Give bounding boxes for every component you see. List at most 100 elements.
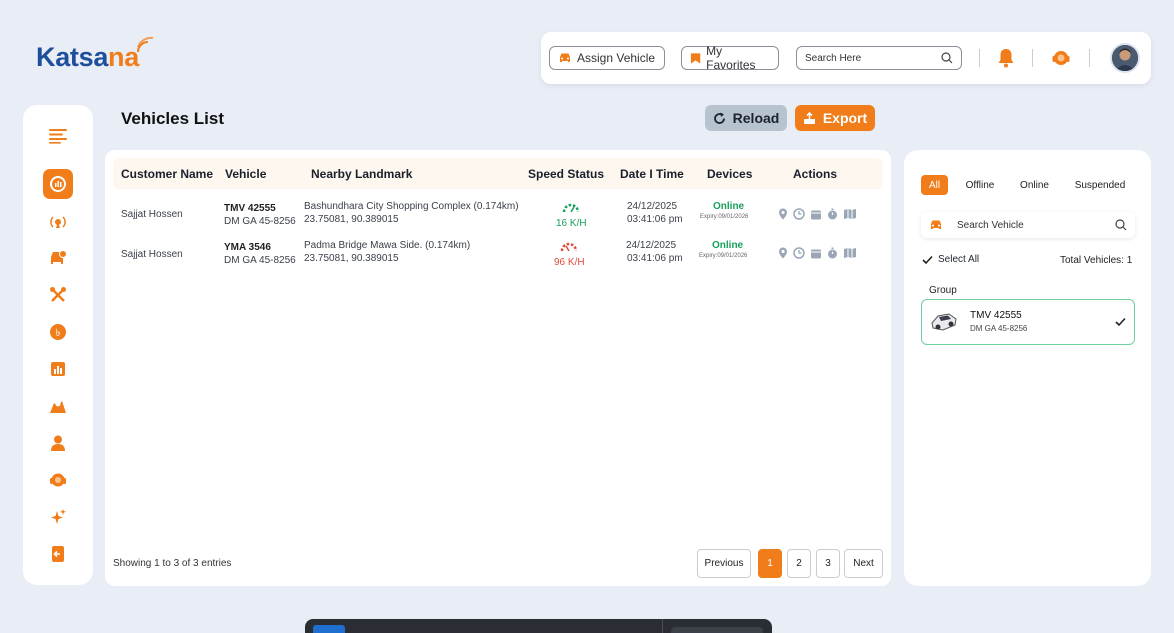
export-icon xyxy=(803,111,815,124)
headset-icon xyxy=(50,473,66,487)
sidebar-item-users[interactable] xyxy=(43,428,73,458)
row-actions xyxy=(778,208,857,220)
hamburger-icon xyxy=(49,129,67,144)
broadcast-icon xyxy=(50,216,66,228)
vehicle-plate: DM GA 45-8256 xyxy=(224,255,296,266)
location-pin-icon[interactable] xyxy=(778,208,788,220)
vehicle-list-item[interactable]: TMV 42555 DM GA 45-8256 xyxy=(921,299,1135,345)
speedometer-icon xyxy=(560,242,578,252)
table-row[interactable]: Sajjat Hossen YMA 3546 DM GA 45-8256 Pad… xyxy=(113,240,883,280)
sidebar-item-logout[interactable] xyxy=(43,539,73,569)
refresh-icon xyxy=(713,112,725,124)
device-status: Online xyxy=(712,240,744,251)
filter-offline[interactable]: Offline xyxy=(959,175,1001,195)
my-favorites-button[interactable]: My Favorites xyxy=(681,44,779,72)
select-all-checkbox[interactable]: Select All xyxy=(922,254,979,265)
logo-text-b: na xyxy=(108,42,139,72)
pagination-previous[interactable]: Previous xyxy=(697,549,751,578)
sidebar-item-vehicles[interactable] xyxy=(43,243,73,273)
map-icon[interactable] xyxy=(843,208,857,220)
coordinates: 23.75081, 90.389015 xyxy=(304,214,399,225)
timer-icon[interactable] xyxy=(827,247,838,259)
entries-info: Showing 1 to 3 of 3 entries xyxy=(113,558,232,569)
table-row[interactable]: Sajjat Hossen TMV 42555 DM GA 45-8256 Ba… xyxy=(113,200,883,240)
customer-name: Sajjat Hossen xyxy=(121,249,183,260)
logo-text-a: Katsa xyxy=(36,42,109,72)
sidebar: ৳ xyxy=(23,105,93,585)
car-icon xyxy=(931,220,941,229)
speed-value: 16 K/H xyxy=(556,218,587,229)
export-button[interactable]: Export xyxy=(795,105,875,131)
vehicle-name[interactable]: TMV 42555 xyxy=(224,203,276,214)
dock-app-icon[interactable] xyxy=(313,625,345,633)
pagination-page-1[interactable]: 1 xyxy=(758,549,782,578)
notification-bell-button[interactable] xyxy=(994,46,1018,70)
date: 24/12/2025 xyxy=(626,240,677,251)
location-pin-icon[interactable] xyxy=(778,247,788,259)
sidebar-item-billing[interactable]: ৳ xyxy=(43,317,73,347)
timer-icon[interactable] xyxy=(827,208,838,220)
top-bar: Assign Vehicle My Favorites Search Here xyxy=(541,32,1151,84)
signal-waves-icon xyxy=(137,36,154,53)
column-header-actions: Actions xyxy=(793,167,838,181)
calendar-icon[interactable] xyxy=(810,209,822,220)
sidebar-item-geofence[interactable] xyxy=(43,391,73,421)
dock-divider xyxy=(662,619,663,633)
history-clock-icon[interactable] xyxy=(793,247,805,259)
column-header-vehicle: Vehicle xyxy=(225,167,267,181)
check-icon xyxy=(1115,317,1126,327)
tools-icon xyxy=(50,287,66,302)
date: 24/12/2025 xyxy=(627,201,678,212)
sidebar-item-ai-features[interactable] xyxy=(43,502,73,532)
search-icon[interactable] xyxy=(941,52,953,64)
vehicle-search-input[interactable]: Search Vehicle xyxy=(921,212,1135,238)
user-icon xyxy=(51,435,65,451)
filter-online[interactable]: Online xyxy=(1012,175,1057,195)
assign-vehicle-button[interactable]: Assign Vehicle xyxy=(549,46,665,70)
calendar-icon[interactable] xyxy=(810,248,822,259)
sidebar-item-support[interactable] xyxy=(43,465,73,495)
headset-icon xyxy=(1052,51,1070,65)
filter-all[interactable]: All xyxy=(921,175,948,195)
global-search-placeholder: Search Here xyxy=(805,52,862,64)
vehicle-search-placeholder: Search Vehicle xyxy=(957,219,1024,231)
sidebar-item-tracking[interactable] xyxy=(43,206,73,236)
nearby-landmark: Padma Bridge Mawa Side. (0.174km) xyxy=(304,240,471,251)
support-button[interactable] xyxy=(1049,46,1073,70)
nearby-landmark: Bashundhara City Shopping Complex (0.174… xyxy=(304,201,519,212)
device-expiry: Expiry:09/01/2026 xyxy=(700,214,749,220)
avatar-image xyxy=(1112,45,1138,71)
coordinates: 23.75081, 90.389015 xyxy=(304,253,399,264)
sidebar-item-maintenance[interactable] xyxy=(43,280,73,310)
dock-control[interactable] xyxy=(671,627,763,633)
pagination-page-2[interactable]: 2 xyxy=(787,549,811,578)
pagination-next[interactable]: Next xyxy=(844,549,883,578)
divider xyxy=(1032,49,1033,67)
vehicle-list-name: TMV 42555 xyxy=(970,310,1022,321)
device-expiry: Expiry:09/01/2026 xyxy=(699,253,748,259)
global-search-input[interactable]: Search Here xyxy=(796,46,962,70)
bell-icon xyxy=(998,49,1014,68)
map-location-icon xyxy=(50,401,66,413)
reload-label: Reload xyxy=(732,110,780,126)
customer-name: Sajjat Hossen xyxy=(121,209,183,220)
time: 03:41:06 pm xyxy=(627,214,683,225)
map-icon[interactable] xyxy=(843,247,857,259)
sidebar-item-dashboard[interactable] xyxy=(43,169,73,199)
check-icon xyxy=(922,255,933,264)
car-thumbnail-icon xyxy=(931,313,957,331)
vehicle-list-plate: DM GA 45-8256 xyxy=(970,324,1028,333)
user-avatar[interactable] xyxy=(1110,43,1140,73)
column-header-customer: Customer Name xyxy=(121,167,214,181)
device-status: Online xyxy=(713,201,745,212)
bookmark-icon xyxy=(690,52,701,64)
pagination-page-3[interactable]: 3 xyxy=(816,549,840,578)
search-icon[interactable] xyxy=(1115,219,1127,231)
dashboard-gauge-icon xyxy=(50,176,66,192)
sidebar-item-reports[interactable] xyxy=(43,354,73,384)
history-clock-icon[interactable] xyxy=(793,208,805,220)
filter-suspended[interactable]: Suspended xyxy=(1068,175,1132,195)
sidebar-menu-toggle[interactable] xyxy=(43,121,73,151)
reload-button[interactable]: Reload xyxy=(705,105,787,131)
vehicle-name[interactable]: YMA 3546 xyxy=(224,242,271,253)
